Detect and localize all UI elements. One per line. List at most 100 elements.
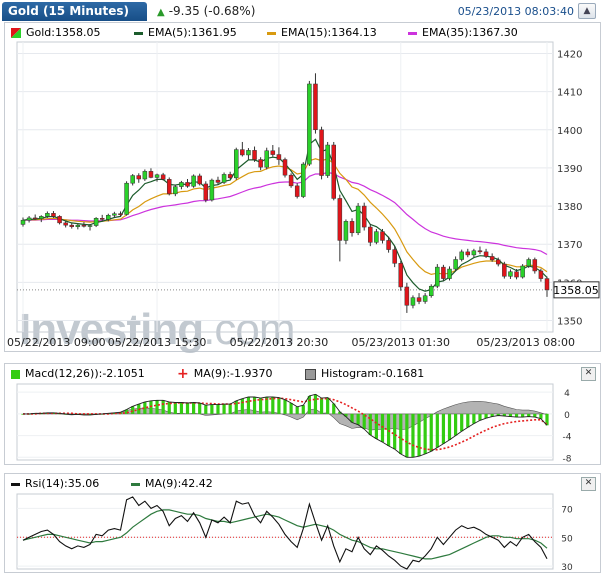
candle-body [45,213,50,217]
price-y-tick-label: 1350 [557,317,582,328]
macd-bar [435,413,439,448]
candle-body [465,251,471,256]
candle-body [118,213,123,215]
candle-body [301,163,306,197]
candle-body [526,259,531,267]
candle-body [325,144,330,176]
macd-bar [417,413,421,457]
rsi-y-tick-label: 30 [561,563,573,572]
candle-body [179,182,184,187]
macd-bar [289,403,293,414]
macd-bar [454,413,458,436]
candle-body [252,150,257,160]
macd-bar [374,413,378,439]
candle-body [447,268,452,279]
price-x-tick-label: 05/23/2013 01:30 [351,336,450,349]
macd-bar [393,413,397,450]
price-y-tick-label: 1400 [557,126,582,137]
instrument-title-tab[interactable]: Gold (15 Minutes) [2,2,147,21]
candle-body [386,240,391,250]
macd-bar [228,404,232,414]
candle-body [428,285,434,297]
candle-body [422,295,428,302]
macd-bar [478,413,482,421]
candle-body [483,251,489,257]
rsi-panel: Rsi(14):35.06 MA(9):42.42 ✕ 70 50 30 [4,473,601,573]
candle-body [57,216,62,224]
timestamp: 05/23/2013 08:03:40 [457,5,574,18]
candle-body [227,174,233,179]
candle-body [331,144,336,199]
macd-bar [429,413,433,452]
macd-bar [210,404,214,414]
candle-body [26,217,32,221]
macd-bar [240,398,244,414]
macd-y-tick-label: 0 [564,411,570,421]
macd-bar [161,400,165,414]
candle-body [404,286,410,306]
candle-body [173,186,178,195]
candle-body [282,159,288,176]
price-y-tick-label: 1390 [557,164,582,175]
candle-body [380,231,385,241]
header-bar: Gold (15 Minutes) ▲ -9.35 (-0.68%) 05/23/… [0,0,602,22]
price-panel: Gold:1358.05 EMA(5):1361.95 EMA(15):1364… [4,22,601,354]
candle-body [313,83,318,131]
candle-body [246,150,251,156]
price-y-tick-label: 1370 [557,240,582,251]
candle-body [185,182,190,187]
candle-body [191,175,196,187]
candle-body [69,224,74,227]
candle-body [514,271,519,278]
macd-bar [472,413,476,424]
candle-body [112,213,117,216]
macd-bar [466,413,470,428]
rsi-y-tick-label: 50 [561,534,573,544]
candle-body [343,221,349,241]
candle-body [32,217,38,220]
macd-bar [277,397,281,414]
candle-body [355,205,361,234]
macd-bar [179,402,184,414]
macd-bar [192,402,196,414]
macd-bar [307,395,311,414]
candle-body [398,263,404,288]
up-arrow-icon: ▲ [157,7,165,18]
last-price-label: 1358.05 [553,284,599,297]
candle-body [368,226,373,243]
candle-body [20,219,26,225]
rsi-chart: 70 50 30 [16,493,573,572]
candle-body [416,297,422,302]
macd-bar [198,403,202,414]
candle-body [99,218,105,220]
candle-body [75,224,81,227]
macd-bar [259,398,263,414]
candle-body [258,159,263,168]
candle-body [441,266,446,279]
candle-body [502,263,507,277]
price-change-value: -9.35 (-0.68%) [168,4,256,18]
macd-bar [386,413,391,446]
candle-body [410,297,416,306]
macd-y-tick-label: -4 [563,433,572,443]
candle-body [87,225,93,227]
price-plot-frame [16,41,554,333]
candle-body [459,251,464,260]
candle-body [130,175,135,184]
macd-bar [399,413,403,455]
candle-body [63,222,68,226]
macd-y-tick-label: -8 [563,454,572,464]
candle-body [203,183,209,201]
candle-body [361,205,367,228]
macd-bar [313,394,318,414]
candle-body [319,129,324,176]
candle-body [209,179,215,201]
candle-body [51,213,56,217]
macd-bar [204,405,208,414]
scroll-up-button[interactable]: ▲ [578,3,596,19]
candle-body [288,174,294,187]
rsi-plot-frame [16,493,554,570]
candle-body [538,270,544,279]
macd-bar [173,402,177,414]
chart-widget: Gold (15 Minutes) ▲ -9.35 (-0.68%) 05/23/… [0,0,602,575]
